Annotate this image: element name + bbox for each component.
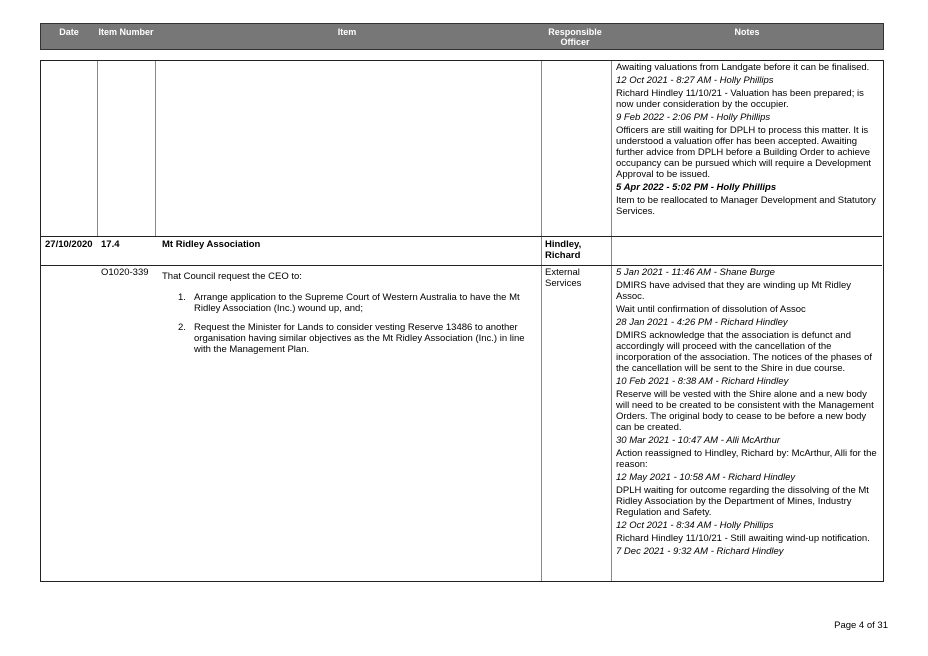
note-text: Reserve will be vested with the Shire al… [616, 389, 874, 433]
section-item-number: 17.4 [101, 239, 120, 250]
notes-cell-row1: Awaiting valuations from Landgate before… [616, 62, 878, 219]
row2-item-text: That Council request the CEO to: 1. Arran… [162, 271, 537, 363]
col-divider [155, 61, 156, 236]
note-timestamp: 9 Feb 2022 - 2:06 PM - Holly Phillips [616, 112, 771, 123]
note-text: DMIRS acknowledge that the association i… [616, 330, 872, 374]
actions-table: Awaiting valuations from Landgate before… [40, 60, 884, 582]
list-item: 1. Arrange application to the Supreme Cou… [162, 292, 537, 314]
note-text: Richard Hindley 11/10/21 - Valuation has… [616, 88, 864, 110]
row2-list: 1. Arrange application to the Supreme Cou… [162, 292, 537, 355]
note-timestamp: 28 Jan 2021 - 4:26 PM - Richard Hindley [616, 317, 788, 328]
note-text: Item to be reallocated to Manager Develo… [616, 195, 876, 217]
note-text: Officers are still waiting for DPLH to p… [616, 125, 872, 180]
row-divider [41, 265, 882, 266]
row2-item-number: O1020-339 [101, 267, 149, 278]
row2-intro: That Council request the CEO to: [162, 271, 302, 282]
section-date: 27/10/2020 [45, 239, 93, 250]
note-timestamp: 30 Mar 2021 - 10:47 AM - Alli McArthur [616, 435, 781, 446]
row-divider [41, 236, 882, 237]
header-item-number: Item Number [98, 27, 154, 37]
header-item: Item [337, 27, 357, 37]
note-text: Richard Hindley 11/10/21 - Still awaitin… [616, 533, 870, 544]
list-item-text: Request the Minister for Lands to consid… [194, 322, 525, 355]
table-header: Date Item Number Item Responsible Office… [40, 23, 884, 50]
list-item-number: 2. [178, 322, 186, 333]
col-divider [611, 61, 612, 581]
note-text: DPLH waiting for outcome regarding the d… [616, 485, 869, 518]
note-text: Action reassigned to Hindley, Richard by… [616, 448, 877, 470]
note-timestamp: 12 May 2021 - 10:58 AM - Richard Hindley [616, 472, 796, 483]
list-item: 2. Request the Minister for Lands to cons… [162, 322, 537, 355]
note-timestamp: 5 Jan 2021 - 11:46 AM - Shane Burge [616, 267, 775, 278]
note-timestamp: 12 Oct 2021 - 8:27 AM - Holly Phillips [616, 75, 774, 86]
col-divider [97, 61, 98, 236]
note-timestamp: 5 Apr 2022 - 5:02 PM - Holly Phillips [616, 182, 777, 193]
section-item-title: Mt Ridley Association [162, 239, 261, 250]
note-text: Awaiting valuations from Landgate before… [616, 62, 870, 73]
note-timestamp: 12 Oct 2021 - 8:34 AM - Holly Phillips [616, 520, 774, 531]
list-item-text: Arrange application to the Supreme Court… [194, 292, 520, 314]
list-item-number: 1. [178, 292, 186, 303]
note-timestamp: 10 Feb 2021 - 8:38 AM - Richard Hindley [616, 376, 789, 387]
page-footer: Page 4 of 31 [834, 620, 888, 631]
row2-officer: External Services [545, 267, 582, 289]
header-date: Date [59, 27, 79, 37]
note-text: Wait until confirmation of dissolution o… [616, 304, 806, 315]
note-timestamp: 7 Dec 2021 - 9:32 AM - Richard Hindley [616, 546, 784, 557]
header-responsible-officer: Responsible Officer [548, 27, 602, 47]
header-notes: Notes [734, 27, 760, 37]
section-officer: Hindley, Richard [545, 239, 582, 261]
col-divider [541, 61, 542, 581]
notes-cell-row2: 5 Jan 2021 - 11:46 AM - Shane Burge DMIRS… [616, 267, 878, 559]
note-text: DMIRS have advised that they are winding… [616, 280, 851, 302]
